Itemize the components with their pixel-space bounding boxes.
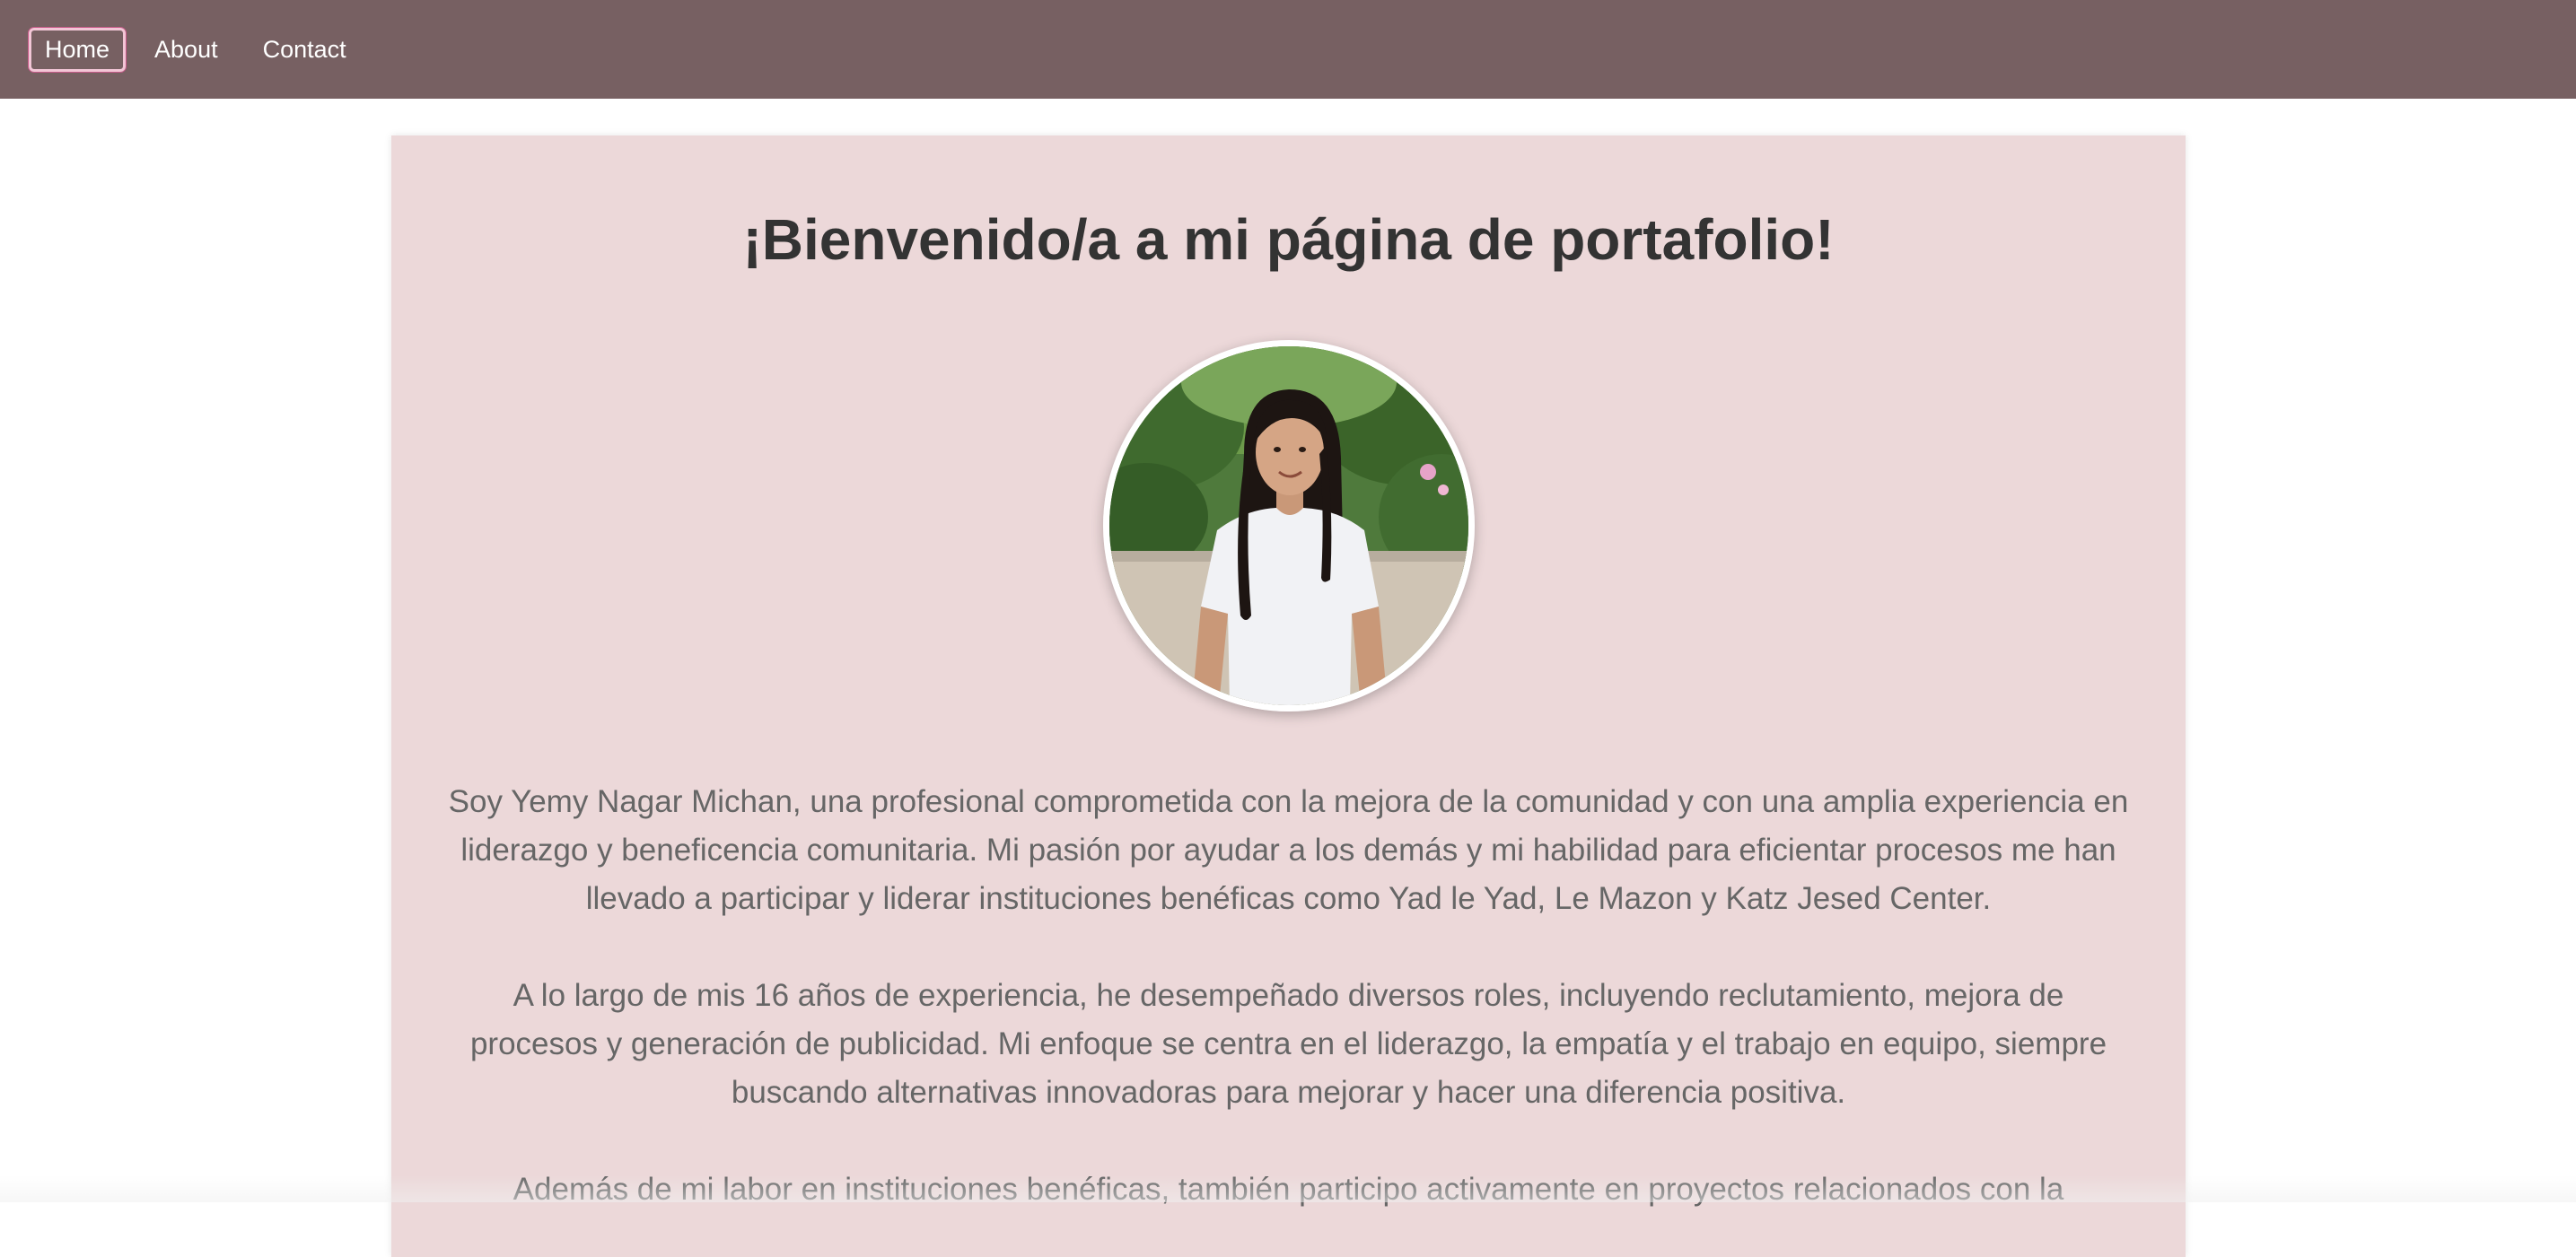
top-navbar: Home About Contact xyxy=(0,0,2576,99)
bio-paragraph: A lo largo de mis 16 años de experiencia… xyxy=(469,977,2107,1110)
nav-home-link[interactable]: Home xyxy=(29,27,127,72)
profile-photo-icon xyxy=(1108,345,1468,705)
nav-contact-link[interactable]: Contact xyxy=(247,28,363,72)
bio-paragraph: Soy Yemy Nagar Michan, una profesional c… xyxy=(448,783,2129,916)
portfolio-card: ¡Bienvenido/a a mi página de portafolio! xyxy=(391,135,2186,1257)
profile-avatar xyxy=(1102,339,1475,711)
page-title: ¡Bienvenido/a a mi página de portafolio! xyxy=(742,207,1835,272)
bio-section: Soy Yemy Nagar Michan, una profesional c… xyxy=(445,778,2132,1214)
nav-about-link[interactable]: About xyxy=(138,28,234,72)
bio-paragraph: Además de mi labor en instituciones bené… xyxy=(513,1171,2064,1207)
